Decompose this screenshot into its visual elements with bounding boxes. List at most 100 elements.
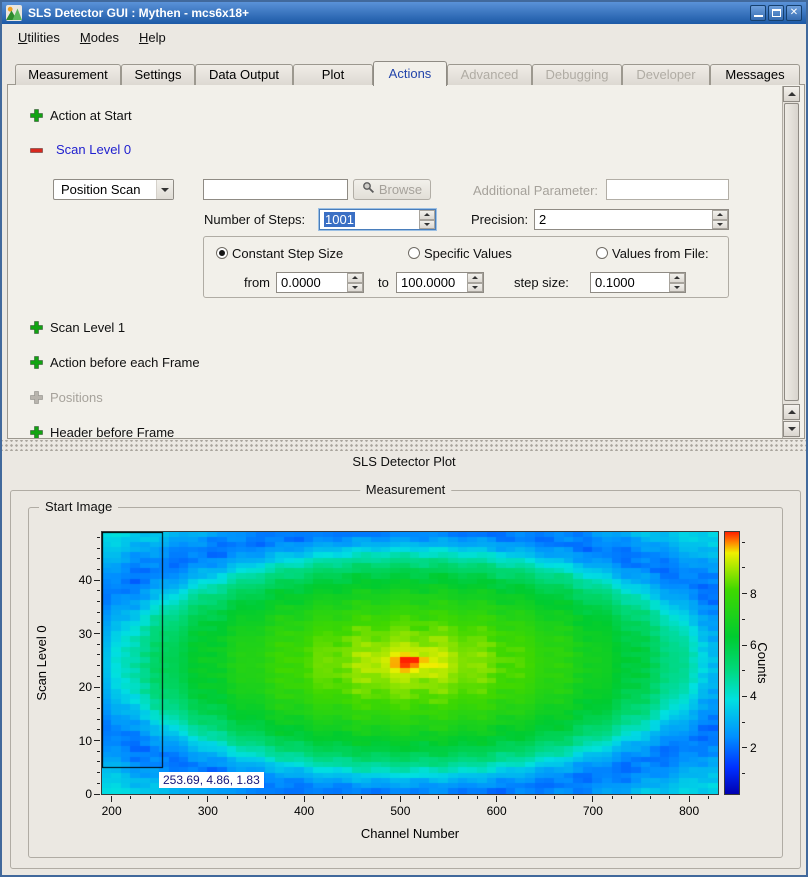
tree-item-action-at-start[interactable]: Action at Start — [50, 108, 132, 123]
y-tick — [97, 772, 100, 773]
y-tick — [97, 665, 100, 666]
expand-icon-action-before-each-frame[interactable] — [30, 356, 43, 369]
chevron-down-icon — [156, 180, 173, 199]
step-size-spinbox[interactable]: 0.1000 — [590, 272, 686, 293]
tab-advanced: Advanced — [447, 64, 532, 85]
close-button[interactable]: ✕ — [786, 5, 802, 21]
radio-values-from-file[interactable] — [596, 247, 608, 259]
spin-up-icon[interactable] — [347, 273, 363, 283]
y-tick — [94, 633, 100, 634]
tree-item-action-before-each-frame[interactable]: Action before each Frame — [50, 355, 200, 370]
radio-specific-values[interactable] — [408, 247, 420, 259]
additional-parameter-input[interactable] — [606, 179, 729, 200]
y-tick — [94, 687, 100, 688]
y-tick — [97, 612, 100, 613]
cursor-readout: 253.69, 4.86, 1.83 — [159, 772, 264, 788]
x-tick — [304, 796, 305, 802]
menubar: Utilities Modes Help — [2, 24, 806, 50]
x-tick — [284, 796, 285, 799]
colorbar-tick — [742, 619, 745, 620]
x-tick — [169, 796, 170, 799]
browse-icon — [362, 181, 375, 199]
menu-utilities[interactable]: Utilities — [8, 26, 70, 49]
y-tick — [97, 697, 100, 698]
x-tick — [111, 796, 112, 802]
y-tick-label: 30 — [58, 627, 92, 641]
number-of-steps-spinbox[interactable]: 1001 — [319, 209, 436, 230]
scroll-up-icon[interactable] — [783, 404, 800, 420]
x-tick-label: 600 — [477, 804, 517, 818]
y-tick — [94, 740, 100, 741]
tab-debugging: Debugging — [532, 64, 622, 85]
scrollbar-thumb[interactable] — [784, 103, 799, 401]
spin-buttons — [669, 273, 685, 292]
scan-mode-combobox[interactable]: Position Scan — [53, 179, 174, 200]
x-tick — [150, 796, 151, 799]
tab-plot[interactable]: Plot — [293, 64, 373, 85]
radio-label-specific-values: Specific Values — [424, 246, 512, 261]
tab-settings[interactable]: Settings — [121, 64, 195, 85]
minimize-button[interactable] — [750, 5, 766, 21]
to-label: to — [378, 275, 389, 290]
scan-mode-value: Position Scan — [61, 182, 141, 197]
y-tick — [97, 622, 100, 623]
spin-up-icon[interactable] — [419, 210, 435, 220]
app-window: SLS Detector GUI : Mythen - mcs6x18+ ✕ U… — [0, 0, 808, 877]
x-tick — [342, 796, 343, 799]
titlebar[interactable]: SLS Detector GUI : Mythen - mcs6x18+ ✕ — [2, 2, 806, 24]
y-tick — [97, 590, 100, 591]
expand-icon-action-at-start[interactable] — [30, 109, 43, 122]
scan-script-input[interactable] — [203, 179, 348, 200]
step-size-label: step size: — [514, 275, 569, 290]
from-spinbox[interactable]: 0.0000 — [276, 272, 364, 293]
tree-item-scan-level-1[interactable]: Scan Level 1 — [50, 320, 125, 335]
x-tick — [227, 796, 228, 799]
spin-buttons — [419, 210, 435, 229]
precision-spinbox[interactable]: 2 — [534, 209, 729, 230]
colorbar-tick — [742, 696, 747, 697]
spin-down-icon[interactable] — [467, 283, 483, 293]
scroll-up-icon[interactable] — [783, 86, 800, 102]
colorbar-tick-label: 6 — [750, 638, 770, 652]
y-tick-label: 40 — [58, 573, 92, 587]
tree-item-scan-level-0[interactable]: Scan Level 0 — [56, 142, 131, 157]
spin-up-icon[interactable] — [467, 273, 483, 283]
collapse-icon-scan-level-0[interactable] — [30, 144, 43, 157]
splitter-handle[interactable] — [2, 440, 806, 451]
colorbar-tick-label: 4 — [750, 689, 770, 703]
x-tick-label: 800 — [669, 804, 709, 818]
measurement-group-title: Measurement — [360, 482, 451, 497]
y-tick-label: 20 — [58, 680, 92, 694]
tree-item-header-before-frame[interactable]: Header before Frame — [50, 425, 174, 439]
y-tick — [94, 580, 100, 581]
x-tick-label: 500 — [380, 804, 420, 818]
tab-measurement[interactable]: Measurement — [15, 64, 121, 85]
maximize-button[interactable] — [768, 5, 784, 21]
tab-data-output[interactable]: Data Output — [195, 64, 293, 85]
tab-actions[interactable]: Actions — [373, 61, 447, 86]
spin-down-icon[interactable] — [419, 220, 435, 230]
heatmap-canvas[interactable] — [101, 531, 719, 795]
colorbar-tick — [742, 722, 745, 723]
to-spinbox[interactable]: 100.0000 — [396, 272, 484, 293]
expand-icon-header-before-frame[interactable] — [30, 426, 43, 439]
spin-down-icon[interactable] — [669, 283, 685, 293]
x-tick — [515, 796, 516, 799]
spin-down-icon[interactable] — [347, 283, 363, 293]
x-tick — [612, 796, 613, 799]
actions-scrollbar[interactable] — [782, 86, 799, 438]
expand-icon-scan-level-1[interactable] — [30, 321, 43, 334]
scroll-down-icon[interactable] — [783, 421, 800, 437]
radio-constant-step-size[interactable] — [216, 247, 228, 259]
spin-up-icon[interactable] — [712, 210, 728, 220]
menu-modes[interactable]: Modes — [70, 26, 129, 49]
x-tick — [438, 796, 439, 799]
x-tick — [419, 796, 420, 799]
spin-up-icon[interactable] — [669, 273, 685, 283]
spin-down-icon[interactable] — [712, 220, 728, 230]
tab-messages[interactable]: Messages — [710, 64, 800, 85]
menu-help[interactable]: Help — [129, 26, 176, 49]
from-value: 0.0000 — [281, 275, 321, 290]
x-tick — [207, 796, 208, 802]
x-tick — [381, 796, 382, 799]
